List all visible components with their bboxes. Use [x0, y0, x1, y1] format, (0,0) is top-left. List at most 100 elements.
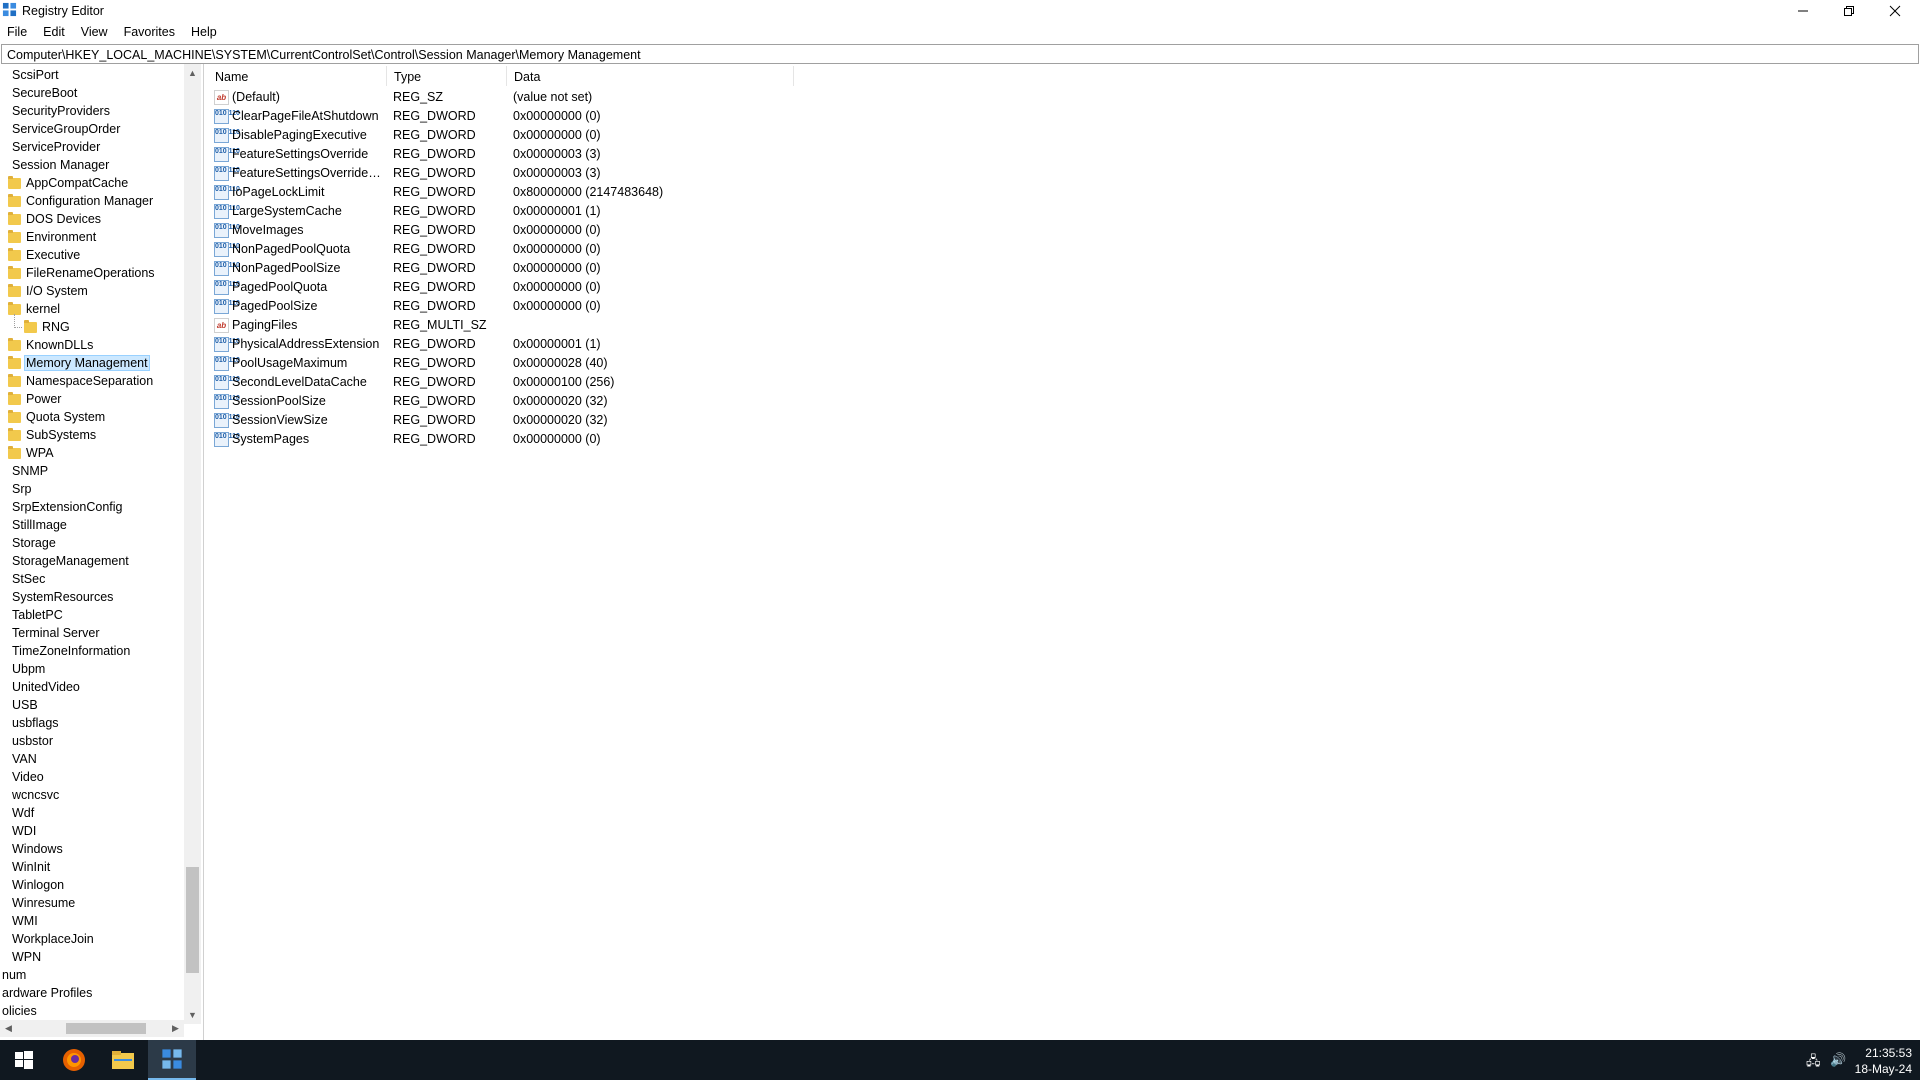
value-row[interactable]: 010 110 FeatureSettingsOverride REG_DWORD 0… — [208, 145, 908, 164]
menu-favorites[interactable]: Favorites — [116, 22, 183, 42]
tree-item[interactable]: FileRenameOperations — [8, 264, 157, 282]
tree-item[interactable]: SystemResources — [10, 588, 115, 606]
tree-item[interactable]: wcncsvc — [10, 786, 61, 804]
tree-item[interactable]: ServiceProvider — [10, 138, 102, 156]
value-row[interactable]: 010 110 NonPagedPoolQuota REG_DWORD 0x00000… — [208, 240, 908, 259]
value-row[interactable]: 010 110 DisablePagingExecutive REG_DWORD 0x… — [208, 126, 908, 145]
value-row[interactable]: 010 110 LargeSystemCache REG_DWORD 0x000000… — [208, 202, 908, 221]
tree-item[interactable]: Executive — [8, 246, 82, 264]
tree-item[interactable]: KnownDLLs — [8, 336, 95, 354]
value-row[interactable]: ab (Default) REG_SZ (value not set) — [208, 88, 908, 107]
start-button[interactable] — [0, 1040, 48, 1080]
tree-item[interactable]: I/O System — [8, 282, 90, 300]
tree-item[interactable]: StillImage — [10, 516, 69, 534]
tree-item[interactable]: Terminal Server — [10, 624, 102, 642]
scroll-thumb[interactable] — [186, 867, 199, 973]
tree-item[interactable]: Windows — [10, 840, 65, 858]
value-row[interactable]: 010 110 MoveImages REG_DWORD 0x00000000 (0) — [208, 221, 908, 240]
tree-item[interactable]: USB — [10, 696, 40, 714]
tree-item[interactable]: VAN — [10, 750, 39, 768]
tree-item[interactable]: ServiceGroupOrder — [10, 120, 122, 138]
tree-item[interactable]: Storage — [10, 534, 58, 552]
tree-item[interactable]: WorkplaceJoin — [10, 930, 96, 948]
value-row[interactable]: 010 110 SystemPages REG_DWORD 0x00000000 (0… — [208, 430, 908, 449]
tree-item[interactable]: Configuration Manager — [8, 192, 155, 210]
value-row[interactable]: 010 110 PagedPoolSize REG_DWORD 0x00000000 … — [208, 297, 908, 316]
clock[interactable]: 21:35:53 18-May-24 — [1855, 1045, 1912, 1077]
tree-item[interactable]: Srp — [10, 480, 33, 498]
tree-item[interactable]: ScsiPort — [10, 66, 61, 84]
menu-file[interactable]: File — [0, 22, 35, 42]
value-row[interactable]: 010 110 IoPageLockLimit REG_DWORD 0x8000000… — [208, 183, 908, 202]
firefox-taskbar-button[interactable] — [50, 1040, 98, 1080]
tree-item[interactable]: Memory Management — [8, 354, 150, 372]
tree-item[interactable]: WMI — [10, 912, 40, 930]
tree-item[interactable]: num — [0, 966, 28, 984]
tree-item[interactable]: StSec — [10, 570, 47, 588]
scroll-down-icon[interactable]: ▼ — [188, 1010, 197, 1020]
address-bar[interactable]: Computer\HKEY_LOCAL_MACHINE\SYSTEM\Curre… — [1, 44, 1919, 64]
scroll-thumb-horizontal[interactable] — [66, 1023, 146, 1034]
tree-item[interactable]: SNMP — [10, 462, 50, 480]
tree-item[interactable]: Ubpm — [10, 660, 47, 678]
tree-horizontal-scrollbar[interactable]: ◀ ▶ — [0, 1020, 184, 1037]
value-row[interactable]: 010 110 PoolUsageMaximum REG_DWORD 0x000000… — [208, 354, 908, 373]
close-button[interactable] — [1872, 0, 1918, 22]
registry-editor-taskbar-button[interactable] — [148, 1040, 196, 1080]
tree-item[interactable]: olicies — [0, 1002, 39, 1020]
tree-item[interactable]: RNG — [24, 318, 72, 336]
tree-item[interactable]: kernel — [8, 300, 62, 318]
tree-item[interactable]: usbstor — [10, 732, 55, 750]
menu-help[interactable]: Help — [183, 22, 225, 42]
tree-item[interactable]: WinInit — [10, 858, 52, 876]
tree-item[interactable]: WPA — [8, 444, 56, 462]
tree-item[interactable]: StorageManagement — [10, 552, 131, 570]
minimize-button[interactable] — [1780, 0, 1826, 22]
scroll-up-icon[interactable]: ▲ — [188, 68, 197, 78]
tree-item[interactable]: TabletPC — [10, 606, 65, 624]
tree-item[interactable]: NamespaceSeparation — [8, 372, 155, 390]
tree-item[interactable]: Wdf — [10, 804, 36, 822]
tree-item[interactable]: DOS Devices — [8, 210, 103, 228]
value-row[interactable]: 010 110 PagedPoolQuota REG_DWORD 0x00000000… — [208, 278, 908, 297]
tree-item[interactable]: Quota System — [8, 408, 107, 426]
value-row[interactable]: 010 110 ClearPageFileAtShutdown REG_DWORD 0… — [208, 107, 908, 126]
menu-edit[interactable]: Edit — [35, 22, 73, 42]
network-icon[interactable]: 🖧 — [1806, 1052, 1821, 1074]
tree-item[interactable]: SecureBoot — [10, 84, 79, 102]
value-row[interactable]: 010 110 SecondLevelDataCache REG_DWORD 0x00… — [208, 373, 908, 392]
tree-item[interactable]: TimeZoneInformation — [10, 642, 132, 660]
volume-icon[interactable]: 🔊 — [1830, 1052, 1846, 1068]
value-row[interactable]: 010 110 SessionViewSize REG_DWORD 0x0000002… — [208, 411, 908, 430]
tree-item[interactable]: Session Manager — [10, 156, 111, 174]
value-row[interactable]: 010 110 NonPagedPoolSize REG_DWORD 0x000000… — [208, 259, 908, 278]
tree-item[interactable]: SrpExtensionConfig — [10, 498, 124, 516]
address-path[interactable]: Computer\HKEY_LOCAL_MACHINE\SYSTEM\Curre… — [7, 48, 641, 62]
tree-item[interactable]: WPN — [10, 948, 43, 966]
tree-item[interactable]: SubSystems — [8, 426, 98, 444]
tree-item[interactable]: AppCompatCache — [8, 174, 130, 192]
value-row[interactable]: 010 110 PhysicalAddressExtension REG_DWORD… — [208, 335, 908, 354]
tree-item[interactable]: usbflags — [10, 714, 61, 732]
scroll-right-icon[interactable]: ▶ — [172, 1023, 179, 1034]
tree-item[interactable]: Power — [8, 390, 63, 408]
tree-item[interactable]: WDI — [10, 822, 38, 840]
tree-item[interactable]: SecurityProviders — [10, 102, 112, 120]
restore-button[interactable] — [1826, 0, 1872, 22]
value-row[interactable]: 010 110 FeatureSettingsOverrideMa... REG_D… — [208, 164, 908, 183]
tree-item[interactable]: Environment — [8, 228, 98, 246]
scroll-left-icon[interactable]: ◀ — [5, 1023, 12, 1034]
menu-view[interactable]: View — [73, 22, 116, 42]
column-header-type[interactable]: Type — [387, 66, 507, 86]
tree-item[interactable]: ardware Profiles — [0, 984, 94, 1002]
tree-vertical-scrollbar[interactable]: ▲ ▼ — [184, 64, 201, 1024]
value-row[interactable]: ab PagingFiles REG_MULTI_SZ — [208, 316, 908, 335]
tree-item[interactable]: UnitedVideo — [10, 678, 82, 696]
column-header-data[interactable]: Data — [507, 66, 794, 86]
tree-item[interactable]: Winresume — [10, 894, 77, 912]
tree-item[interactable]: Video — [10, 768, 46, 786]
file-explorer-taskbar-button[interactable] — [99, 1040, 147, 1080]
tree-item[interactable]: Winlogon — [10, 876, 66, 894]
value-row[interactable]: 010 110 SessionPoolSize REG_DWORD 0x0000002… — [208, 392, 908, 411]
column-header-name[interactable]: Name — [208, 66, 387, 86]
